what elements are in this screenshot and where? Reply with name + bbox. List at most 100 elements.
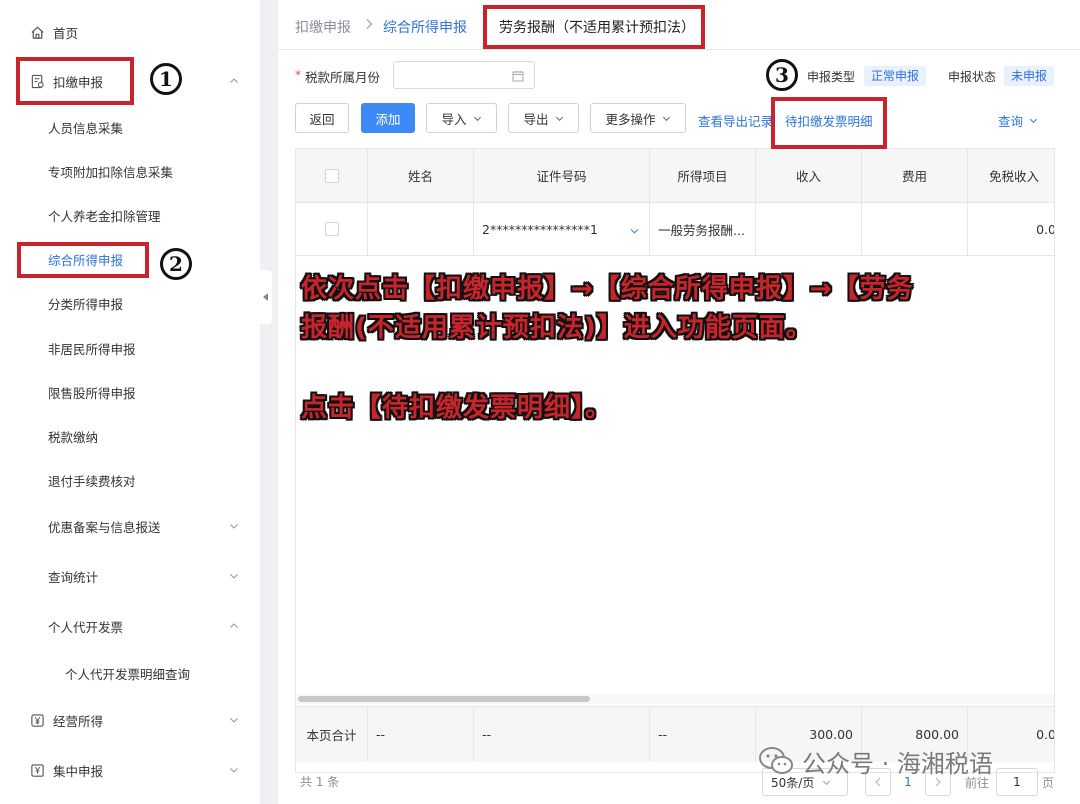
goto-page-input[interactable]: 1 — [996, 768, 1038, 796]
tax-month-input[interactable] — [393, 61, 535, 89]
export-button[interactable]: 导出 — [508, 103, 579, 133]
chevron-down-icon — [230, 574, 238, 579]
sidebar-item-tax-payment[interactable]: 税款缴纳 — [0, 421, 260, 451]
menu-centralized[interactable]: 集中申报 — [0, 755, 260, 785]
step-number-2: 2 — [160, 248, 192, 280]
header-id: 证件号码 — [474, 149, 650, 202]
declare-status-label: 申报状态 — [948, 70, 997, 84]
calculator-icon — [31, 764, 44, 777]
chevron-down-icon — [823, 780, 831, 785]
row-checkbox[interactable] — [324, 222, 339, 236]
table-row[interactable]: 2****************1 一般劳务报酬... 0.0 — [296, 203, 1055, 256]
cell-tax-free: 0.0 — [1036, 221, 1055, 237]
wechat-icon — [759, 747, 793, 774]
sidebar-item-classified-income[interactable]: 分类所得申报 — [0, 288, 260, 318]
export-records-link[interactable]: 查看导出记录 — [698, 111, 773, 130]
sidebar-item-invoice-query[interactable]: 个人代开发票明细查询 — [0, 658, 260, 688]
chevron-down-icon — [473, 116, 481, 121]
query-toggle[interactable]: 查询 — [998, 111, 1038, 130]
menu-centralized-label: 集中申报 — [53, 763, 104, 779]
home-icon — [31, 26, 44, 39]
cell-id-value: 2****************1 — [482, 221, 598, 237]
instruction-line-2: 报酬(不适用累计预扣法)】进入功能页面。 — [301, 313, 813, 343]
sidebar-item-label: 优惠备案与信息报送 — [48, 519, 161, 535]
cell-fee — [862, 203, 968, 255]
chevron-down-icon — [1030, 118, 1038, 124]
required-mark: * — [295, 68, 301, 82]
data-table: 姓名 证件号码 所得项目 收入 费用 免税收入 2***************… — [295, 148, 1055, 773]
add-button[interactable]: 添加 — [361, 103, 415, 133]
horizontal-scrollbar[interactable] — [296, 694, 1054, 704]
sidebar-item-label: 人员信息采集 — [48, 120, 124, 136]
declare-status-tag: 未申报 — [1004, 66, 1055, 86]
step-number-3: 3 — [766, 59, 798, 91]
highlight-box-comprehensive — [17, 242, 149, 278]
instruction-line-1: 依次点击【扣缴申报】→【综合所得申报】→【劳务 — [301, 274, 914, 304]
sidebar-collapse-handle[interactable] — [259, 270, 272, 324]
chevron-down-icon — [230, 524, 238, 529]
sidebar-item-label: 分类所得申报 — [48, 296, 124, 312]
sidebar-item-statistics[interactable]: 查询统计 — [0, 561, 260, 591]
sidebar-item-label: 退付手续费核对 — [48, 473, 136, 489]
watermark-text: 公众号 · 海湘税语 — [802, 749, 993, 778]
query-label: 查询 — [998, 114, 1024, 129]
header-item: 所得项目 — [650, 149, 756, 202]
add-button-label: 添加 — [375, 111, 401, 127]
declare-type-label: 申报类型 — [807, 70, 856, 84]
sidebar-item-label: 非居民所得申报 — [48, 341, 136, 357]
sidebar-item-pension[interactable]: 个人养老金扣除管理 — [0, 200, 260, 230]
sidebar-item-label: 个人养老金扣除管理 — [48, 208, 161, 224]
sidebar-item-refund-fee[interactable]: 退付手续费核对 — [0, 465, 260, 495]
table-header: 姓名 证件号码 所得项目 收入 费用 免税收入 — [296, 149, 1054, 203]
menu-business-income[interactable]: 经营所得 — [0, 705, 260, 735]
sidebar-item-label: 税款缴纳 — [48, 429, 99, 445]
sidebar: 首页 扣缴申报 人员信息采集 专项附加扣除信息采集 个人养老金扣除管理 综合所得… — [0, 0, 260, 804]
header-fee: 费用 — [862, 149, 968, 202]
calendar-icon — [512, 71, 524, 82]
more-actions-label: 更多操作 — [605, 111, 656, 127]
chevron-down-icon — [230, 718, 238, 723]
scrollbar-thumb[interactable] — [298, 696, 590, 702]
filter-row: * 税款所属月份 申报类型 正常申报 申报状态 未申报 — [278, 60, 1080, 92]
toolbar: 返回 添加 导入 导出 更多操作 查看导出记录 待扣缴发票明细 查询 — [278, 103, 1080, 135]
summary-label: 本页合计 — [296, 707, 368, 762]
breadcrumb-comprehensive[interactable]: 综合所得申报 — [383, 17, 467, 37]
highlight-box-breadcrumb — [483, 5, 705, 49]
chevron-right-icon — [366, 19, 373, 29]
watermark: 公众号 · 海湘税语 — [758, 744, 993, 778]
breadcrumb-withhold[interactable]: 扣缴申报 — [295, 17, 351, 37]
sidebar-item-invoice[interactable]: 个人代开发票 — [0, 611, 260, 641]
select-all-cell — [296, 149, 368, 202]
sidebar-item-preferential[interactable]: 优惠备案与信息报送 — [0, 511, 260, 541]
summary-name: -- — [368, 707, 474, 762]
menu-business-income-label: 经营所得 — [53, 713, 104, 729]
highlight-box-withhold — [16, 57, 134, 105]
chevron-down-icon — [230, 768, 238, 773]
more-actions-button[interactable]: 更多操作 — [590, 103, 686, 133]
chevron-down-icon[interactable] — [630, 228, 639, 234]
chevron-up-icon — [230, 623, 238, 628]
summary-item: -- — [650, 707, 756, 762]
select-all-checkbox[interactable] — [324, 168, 339, 183]
import-button-label: 导入 — [441, 111, 467, 127]
menu-home[interactable]: 首页 — [0, 17, 260, 47]
sidebar-item-personnel[interactable]: 人员信息采集 — [0, 112, 260, 142]
export-button-label: 导出 — [523, 111, 549, 127]
cell-id: 2****************1 — [474, 203, 650, 255]
sidebar-item-label: 个人代开发票 — [48, 619, 124, 635]
page-unit-label: 页 — [1042, 776, 1055, 790]
header-income: 收入 — [756, 149, 862, 202]
sidebar-item-special-deduction[interactable]: 专项附加扣除信息采集 — [0, 156, 260, 186]
sidebar-item-label: 查询统计 — [48, 569, 99, 585]
import-button[interactable]: 导入 — [426, 103, 497, 133]
chevron-right-icon — [935, 777, 941, 787]
sidebar-item-restricted-shares[interactable]: 限售股所得申报 — [0, 377, 260, 407]
chevron-down-icon — [555, 116, 563, 121]
sidebar-item-nonresident[interactable]: 非居民所得申报 — [0, 333, 260, 363]
back-button[interactable]: 返回 — [295, 103, 349, 133]
chevron-up-icon — [230, 78, 238, 83]
chevron-left-icon — [875, 777, 881, 787]
cell-item: 一般劳务报酬... — [650, 203, 756, 255]
summary-id: -- — [474, 707, 650, 762]
sidebar-item-label: 专项附加扣除信息采集 — [48, 164, 174, 180]
